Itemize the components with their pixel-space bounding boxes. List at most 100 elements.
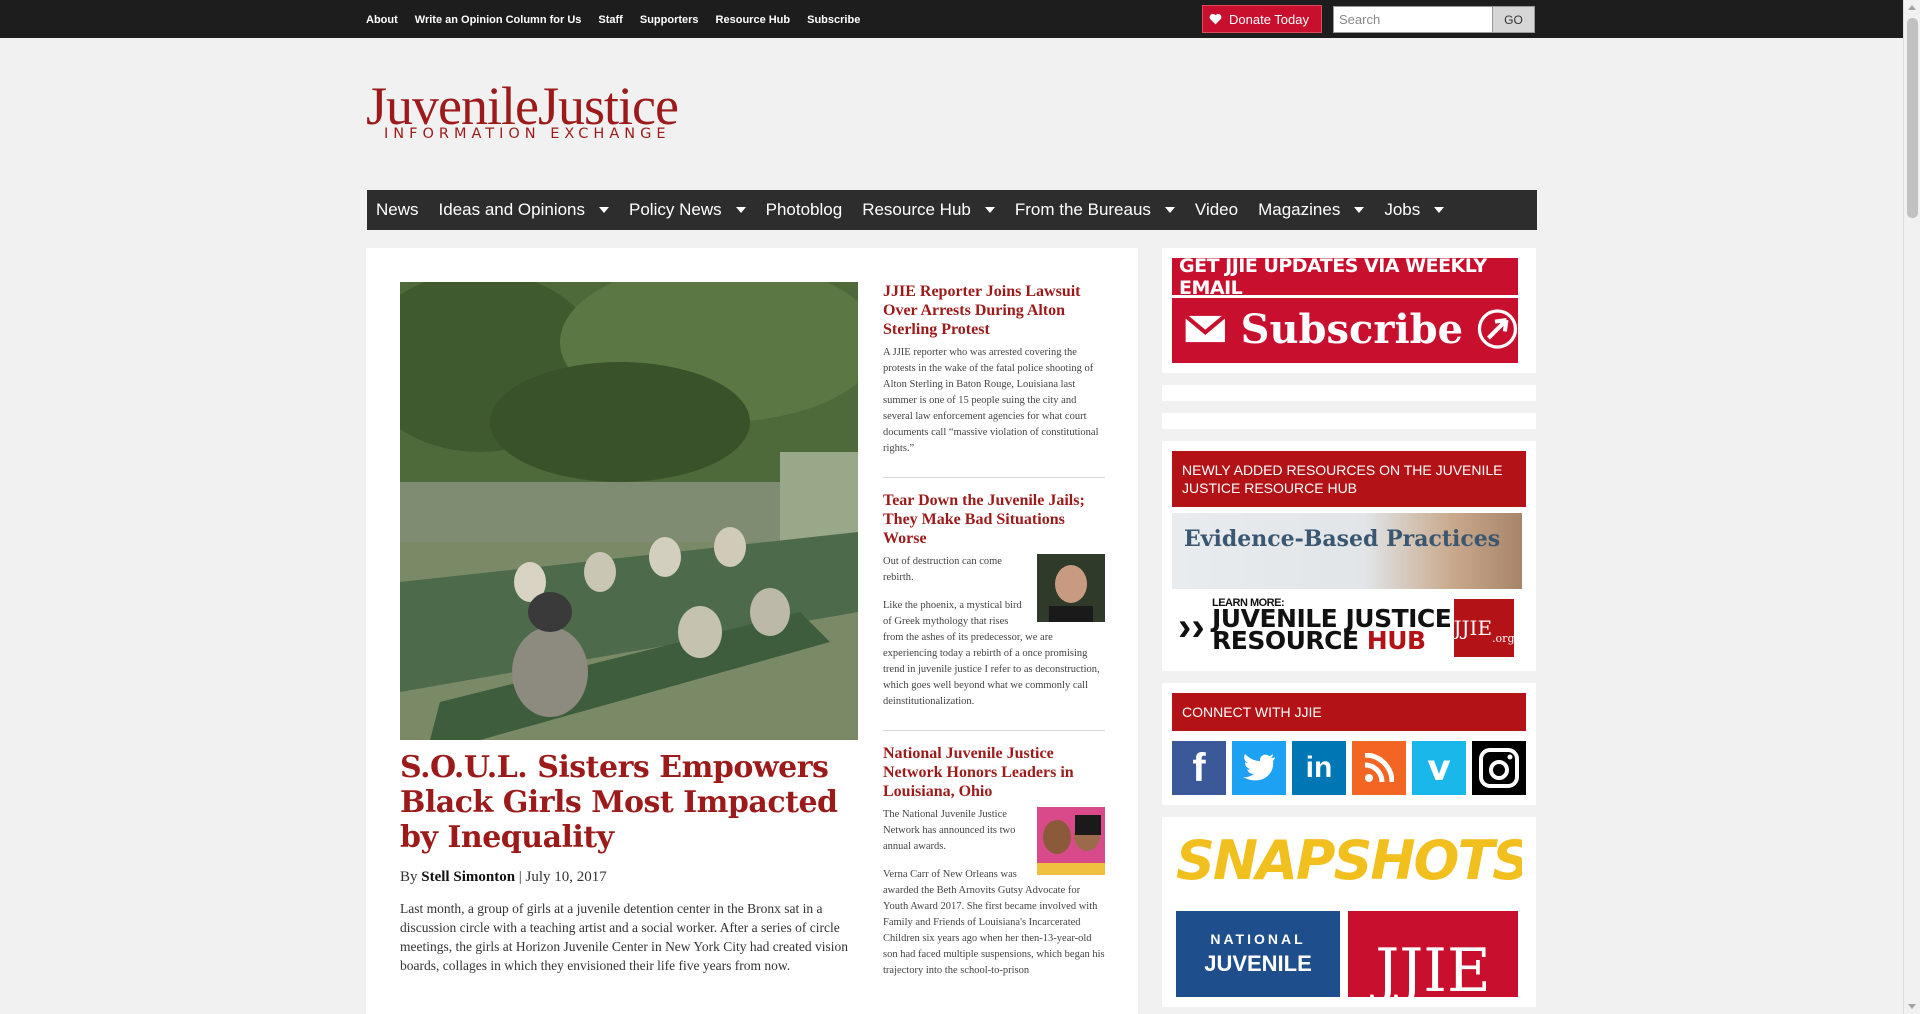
- story-item: National Juvenile Justice Network Honors…: [883, 744, 1105, 999]
- email-banner-title: GET JJIE UPDATES VIA WEEKLY EMAIL: [1172, 255, 1518, 299]
- subscribe-label: Subscribe: [1240, 305, 1464, 353]
- nav-news[interactable]: News: [376, 200, 419, 220]
- nav-label: Magazines: [1258, 200, 1341, 219]
- linkedin-icon[interactable]: in: [1292, 741, 1346, 795]
- top-bar: About Write an Opinion Column for Us Sta…: [0, 0, 1903, 38]
- banner-text: Evidence-Based Practices: [1184, 526, 1501, 552]
- search-input[interactable]: [1333, 6, 1493, 33]
- twitter-icon[interactable]: [1232, 741, 1286, 795]
- featured-byline: By Stell Simonton | July 10, 2017: [400, 869, 607, 886]
- email-banner-cta: Subscribe: [1172, 298, 1518, 360]
- caret-down-icon: [599, 207, 610, 213]
- story-title[interactable]: National Juvenile Justice Network Honors…: [883, 744, 1105, 801]
- heart-icon: [1209, 13, 1222, 25]
- nav-resource-hub[interactable]: Resource Hub: [862, 200, 995, 220]
- nav-label: Video: [1194, 200, 1239, 219]
- donate-label: Donate Today: [1229, 11, 1309, 27]
- snapshots-widget: SNAPSHOTS NATIONAL JUVENILE JJIE: [1162, 817, 1536, 1007]
- nav-ideas-and-opinions[interactable]: Ideas and Opinions: [439, 200, 610, 220]
- nav-label: News: [376, 200, 419, 219]
- nav-jobs[interactable]: Jobs: [1384, 200, 1445, 220]
- rss-icon[interactable]: [1352, 741, 1406, 795]
- snap-jjie-logo: JJIE: [1348, 911, 1518, 997]
- snap-juvenile: JUVENILE: [1204, 951, 1312, 976]
- byline-prefix: By: [400, 869, 418, 885]
- caret-down-icon: [1354, 207, 1365, 213]
- nav-label: Jobs: [1384, 200, 1421, 219]
- social-links: f in v: [1172, 741, 1526, 795]
- resource-hub-banner[interactable]: ›› LEARN MORE: JUVENILE JUSTICE RESOURCE…: [1172, 593, 1522, 661]
- pointer-arrow-icon: [1477, 309, 1518, 349]
- story-item: JJIE Reporter Joins Lawsuit Over Arrests…: [883, 282, 1105, 478]
- top-link-about[interactable]: About: [366, 14, 398, 26]
- chevron-right-icon: ››: [1178, 605, 1205, 649]
- page-scrollbar[interactable]: [1903, 0, 1920, 1014]
- nav-label: Resource Hub: [862, 200, 971, 219]
- main-nav: News Ideas and Opinions Policy News Phot…: [367, 190, 1537, 230]
- scroll-thumb[interactable]: [1907, 18, 1918, 218]
- instagram-icon[interactable]: [1472, 741, 1526, 795]
- scroll-down-icon[interactable]: [1908, 1004, 1916, 1009]
- facebook-icon[interactable]: f: [1172, 741, 1226, 795]
- resources-widget: NEWLY ADDED RESOURCES ON THE JUVENILE JU…: [1162, 441, 1536, 671]
- nav-label: Policy News: [629, 200, 722, 219]
- story-paragraph: A JJIE reporter who was arrested coverin…: [883, 347, 1099, 454]
- nav-video[interactable]: Video: [1195, 200, 1238, 220]
- top-link-supporters[interactable]: Supporters: [640, 14, 699, 26]
- story-title[interactable]: JJIE Reporter Joins Lawsuit Over Arrests…: [883, 282, 1105, 339]
- empty-widget: [1162, 413, 1536, 429]
- resource-hub-title: JUVENILE JUSTICE RESOURCE HUB: [1212, 606, 1452, 653]
- connect-header: CONNECT WITH JJIE: [1172, 693, 1526, 731]
- top-link-staff[interactable]: Staff: [598, 14, 622, 26]
- envelope-icon: [1184, 314, 1227, 343]
- caret-down-icon: [1434, 207, 1445, 213]
- sidebar: GET JJIE UPDATES VIA WEEKLY EMAIL Subscr…: [1162, 248, 1536, 1014]
- connect-widget: CONNECT WITH JJIE f in v: [1162, 683, 1536, 805]
- snapshots-banner[interactable]: SNAPSHOTS NATIONAL JUVENILE JJIE: [1172, 827, 1522, 997]
- author-photo[interactable]: [1037, 554, 1105, 622]
- story-excerpt: Out of destruction can come rebirth. Lik…: [883, 554, 1105, 710]
- search-go-button[interactable]: GO: [1492, 6, 1535, 33]
- evidence-based-practices-banner[interactable]: Evidence-Based Practices: [1172, 513, 1522, 589]
- snapshots-title: SNAPSHOTS: [1176, 829, 1522, 892]
- vimeo-icon[interactable]: v: [1412, 741, 1466, 795]
- author-link[interactable]: Stell Simonton: [421, 869, 515, 885]
- top-link-subscribe[interactable]: Subscribe: [807, 14, 860, 26]
- nav-photoblog[interactable]: Photoblog: [766, 200, 843, 220]
- caret-down-icon: [735, 207, 746, 213]
- resource-text: RESOURCE: [1212, 626, 1367, 655]
- subscribe-banner[interactable]: GET JJIE UPDATES VIA WEEKLY EMAIL Subscr…: [1172, 255, 1518, 363]
- nav-label: Photoblog: [765, 200, 843, 219]
- resources-header: NEWLY ADDED RESOURCES ON THE JUVENILE JU…: [1172, 451, 1526, 507]
- publish-date: | July 10, 2017: [518, 869, 607, 885]
- donate-button[interactable]: Donate Today: [1202, 5, 1322, 33]
- nav-label: Ideas and Opinions: [438, 200, 586, 219]
- logo-sub-text: INFORMATION EXCHANGE: [384, 126, 671, 142]
- nav-from-the-bureaus[interactable]: From the Bureaus: [1015, 200, 1175, 220]
- jjie-badge-text: JJIE: [1453, 616, 1493, 640]
- email-signup-widget: GET JJIE UPDATES VIA WEEKLY EMAIL Subscr…: [1162, 248, 1536, 373]
- resource-hub-line2: RESOURCE HUB: [1212, 628, 1451, 653]
- jjie-badge-sub: .org: [1492, 632, 1515, 645]
- empty-widget: [1162, 385, 1536, 401]
- featured-image[interactable]: [400, 282, 858, 740]
- featured-headline[interactable]: S.O.U.L. Sisters Empowers Black Girls Mo…: [400, 750, 870, 855]
- caret-down-icon: [984, 207, 995, 213]
- top-nav: About Write an Opinion Column for Us Sta…: [366, 14, 877, 26]
- nav-label: From the Bureaus: [1014, 200, 1151, 219]
- story-item: Tear Down the Juvenile Jails; They Make …: [883, 491, 1105, 731]
- side-stories: JJIE Reporter Joins Lawsuit Over Arrests…: [883, 282, 1105, 1012]
- site-logo[interactable]: JuvenileJustice INFORMATION EXCHANGE: [366, 78, 679, 142]
- content-card: S.O.U.L. Sisters Empowers Black Girls Mo…: [366, 248, 1138, 1014]
- story-excerpt: The National Juvenile Justice Network ha…: [883, 807, 1105, 979]
- story-title[interactable]: Tear Down the Juvenile Jails; They Make …: [883, 491, 1105, 548]
- nav-policy-news[interactable]: Policy News: [629, 200, 746, 220]
- caret-down-icon: [1164, 207, 1175, 213]
- top-link-resource-hub[interactable]: Resource Hub: [716, 14, 791, 26]
- hub-text: HUB: [1366, 626, 1426, 655]
- njjn-logo: NATIONAL JUVENILE: [1176, 911, 1340, 997]
- nav-magazines[interactable]: Magazines: [1258, 200, 1365, 220]
- scroll-up-icon[interactable]: [1908, 5, 1916, 10]
- top-link-write-opinion[interactable]: Write an Opinion Column for Us: [415, 14, 582, 26]
- honorees-photo[interactable]: [1037, 807, 1105, 875]
